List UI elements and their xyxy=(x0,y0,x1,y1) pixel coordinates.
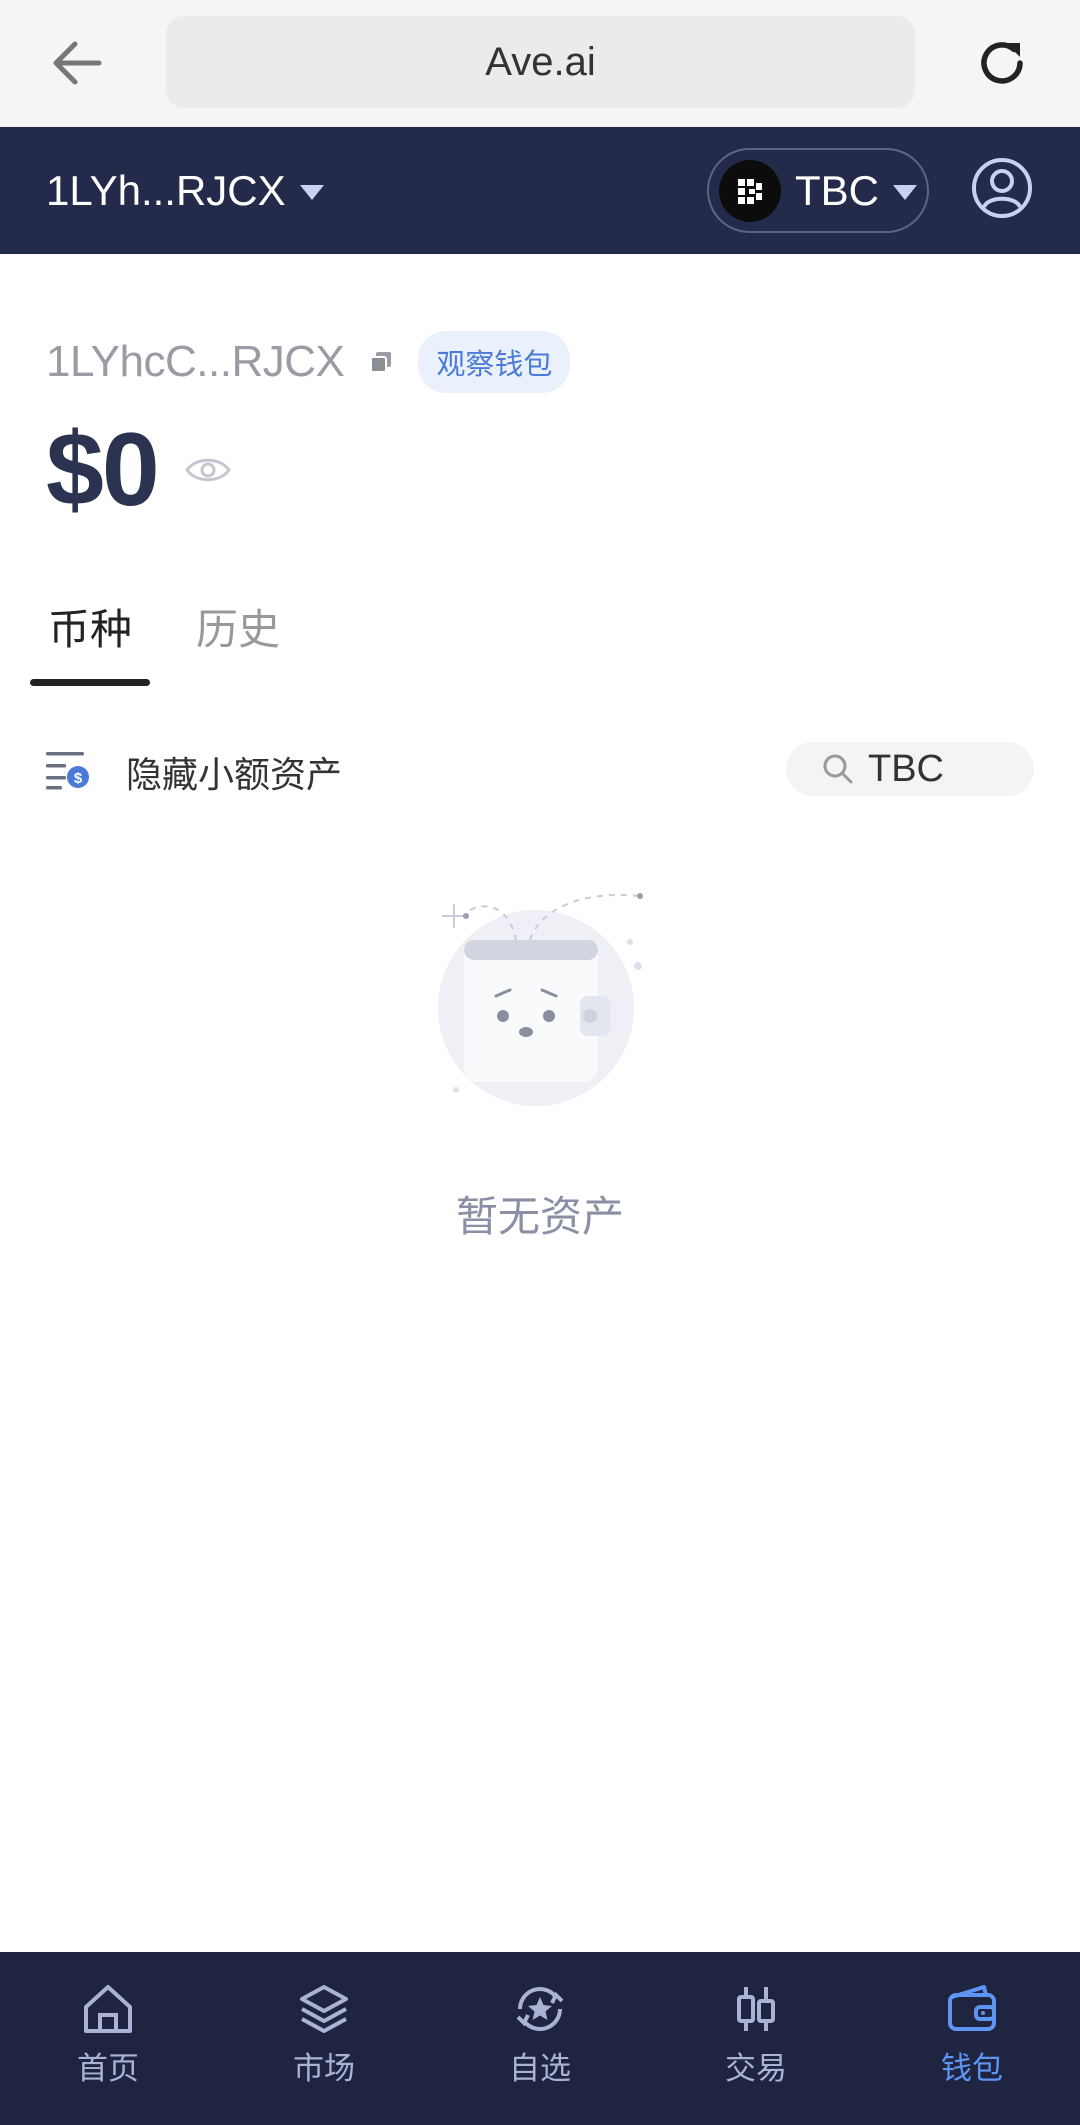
search-value: TBC xyxy=(868,747,944,790)
address-row: 1LYhcC...RJCX 观察钱包 xyxy=(46,331,571,393)
nav-market[interactable]: 市场 xyxy=(216,1952,432,2125)
url-text: Ave.ai xyxy=(485,39,596,84)
copy-icon[interactable] xyxy=(368,349,394,375)
reload-button[interactable] xyxy=(965,26,1039,100)
wallet-icon xyxy=(948,1985,996,2031)
bottom-nav: 首页 市场 自选 交易 钱包 xyxy=(0,1952,1080,2125)
empty-state-text: 暂无资产 xyxy=(455,1192,624,1241)
wallet-selector[interactable]: 1LYh...RJCX xyxy=(46,127,324,254)
balance-row: $0 xyxy=(46,410,232,530)
nav-home[interactable]: 首页 xyxy=(0,1952,216,2125)
caret-down-icon xyxy=(299,185,324,200)
wallet-short-address: 1LYh...RJCX xyxy=(46,166,286,214)
wallet-address: 1LYhcC...RJCX xyxy=(46,337,345,386)
empty-wallet-illustration xyxy=(420,880,660,1120)
watch-wallet-badge: 观察钱包 xyxy=(418,331,571,393)
nav-wallet[interactable]: 钱包 xyxy=(864,1952,1080,2125)
caret-down-icon xyxy=(893,185,917,200)
nav-trade[interactable]: 交易 xyxy=(648,1952,864,2125)
hide-small-assets-label[interactable]: 隐藏小额资产 xyxy=(126,746,342,798)
eye-icon[interactable] xyxy=(184,454,232,486)
tab-history[interactable]: 历史 xyxy=(196,586,298,686)
search-icon xyxy=(823,754,853,784)
svg-text:$: $ xyxy=(74,770,83,787)
nav-watchlist[interactable]: 自选 xyxy=(432,1952,648,2125)
total-balance: $0 xyxy=(46,411,160,528)
home-icon xyxy=(84,1985,132,2033)
hide-small-assets-icon[interactable]: $ xyxy=(46,750,90,790)
arrow-left-icon xyxy=(53,41,102,85)
app-header: 1LYh...RJCX TBC xyxy=(0,127,1080,254)
account-button[interactable] xyxy=(970,156,1034,220)
tab-tokens[interactable]: 币种 xyxy=(30,586,151,686)
candlestick-icon xyxy=(737,1987,775,2031)
chain-selector[interactable]: TBC xyxy=(707,148,929,233)
back-button[interactable] xyxy=(40,26,114,100)
filter-row: $ 隐藏小额资产 TBC xyxy=(46,740,1034,800)
token-search-input[interactable]: TBC xyxy=(786,742,1034,796)
browser-bar: Ave.ai xyxy=(0,0,1080,127)
url-bar[interactable]: Ave.ai xyxy=(166,16,915,108)
tbc-logo-icon xyxy=(719,159,781,222)
asset-tabs: 币种 历史 xyxy=(30,586,298,686)
chain-name: TBC xyxy=(795,166,879,214)
star-refresh-icon xyxy=(516,1987,564,2031)
layers-icon xyxy=(300,1985,348,2033)
user-icon xyxy=(972,158,1032,218)
reload-icon xyxy=(981,42,1023,84)
